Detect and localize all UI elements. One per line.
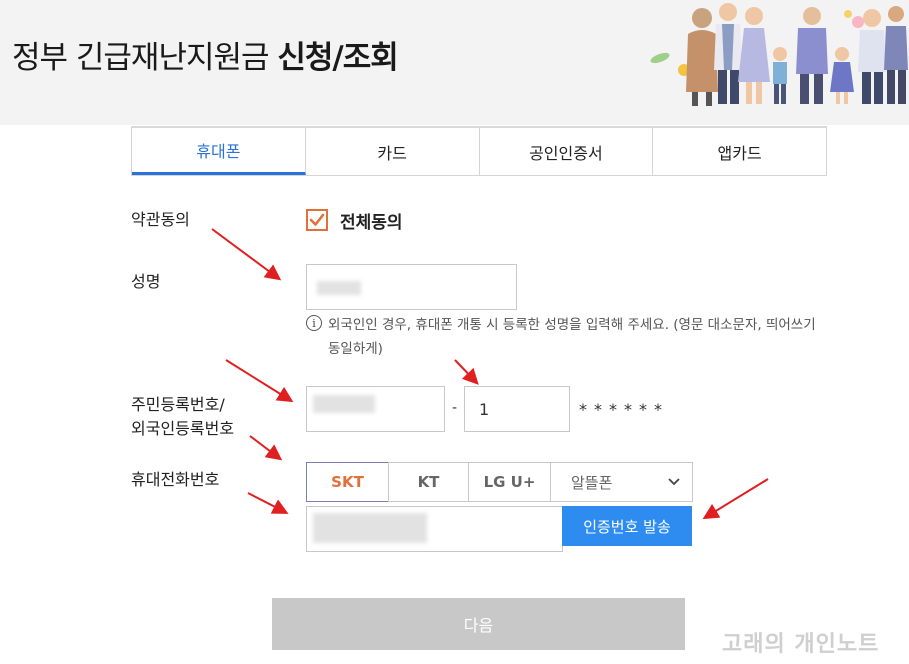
arrow-to-send-button (702, 478, 769, 520)
page-title-main: 정부 긴급재난지원금 (12, 40, 278, 76)
redacted-phone (313, 513, 427, 543)
rrn-label-line2: 외국인등록번호 (131, 419, 235, 438)
auth-method-tabs: 휴대폰 카드 공인인증서 앱카드 (131, 126, 827, 176)
family-illustration (650, 3, 908, 106)
rrn-label-line1: 주민등록번호/ (131, 395, 225, 414)
page-title: 정부 긴급재난지원금 신청/조회 (12, 32, 399, 77)
carrier-kt-button[interactable]: KT (388, 462, 469, 502)
page: 정부 긴급재난지원금 신청/조회 휴대폰 카드 공인인증서 앱카드 약관동의 전… (0, 0, 909, 664)
name-label: 성명 (131, 272, 161, 291)
chevron-down-icon (668, 478, 680, 486)
tab-card[interactable]: 카드 (306, 128, 480, 175)
redacted-name (317, 281, 361, 295)
arrow-to-name (211, 228, 282, 281)
arrow-to-rrn-front (225, 359, 294, 403)
name-input[interactable] (306, 264, 517, 310)
tab-phone[interactable]: 휴대폰 (132, 128, 306, 175)
rrn-masked-digits: ****** (579, 400, 669, 419)
arrow-to-phone (247, 492, 289, 514)
mvno-select-value: 알뜰폰 (571, 473, 613, 492)
rrn-back-input[interactable]: 1 (464, 386, 570, 432)
tab-certificate[interactable]: 공인인증서 (480, 128, 654, 175)
page-title-emphasis: 신청/조회 (277, 40, 398, 76)
tab-app-card[interactable]: 앱카드 (653, 128, 826, 175)
arrow-to-rrn-back (454, 359, 479, 385)
rrn-front-input[interactable] (306, 386, 445, 432)
terms-label: 약관동의 (131, 210, 190, 229)
arrow-to-carrier (249, 435, 283, 461)
phone-number-input[interactable] (306, 506, 563, 552)
rrn-separator: - (452, 400, 458, 416)
watermark: 고래의 개인노트 (722, 632, 880, 657)
carrier-skt-button[interactable]: SKT (306, 462, 389, 502)
rrn-label: 주민등록번호/ 외국인등록번호 (131, 393, 234, 441)
agree-all-checkbox[interactable] (306, 209, 328, 231)
name-hint: 외국인인 경우, 휴대폰 개통 시 등록한 성명을 입력해 주세요. (영문 대… (328, 317, 816, 357)
phone-label: 휴대전화번호 (131, 470, 220, 489)
check-icon (309, 213, 325, 226)
send-code-button[interactable]: 인증번호 발송 (562, 506, 692, 546)
mvno-select[interactable]: 알뜰폰 (550, 462, 693, 502)
header-banner: 정부 긴급재난지원금 신청/조회 (0, 0, 909, 125)
next-button[interactable]: 다음 (272, 598, 685, 650)
redacted-rrn-front (313, 395, 375, 413)
agree-all-label[interactable]: 전체동의 (340, 208, 403, 233)
carrier-lgu-button[interactable]: LG U+ (468, 462, 551, 502)
info-icon: i (306, 315, 322, 331)
